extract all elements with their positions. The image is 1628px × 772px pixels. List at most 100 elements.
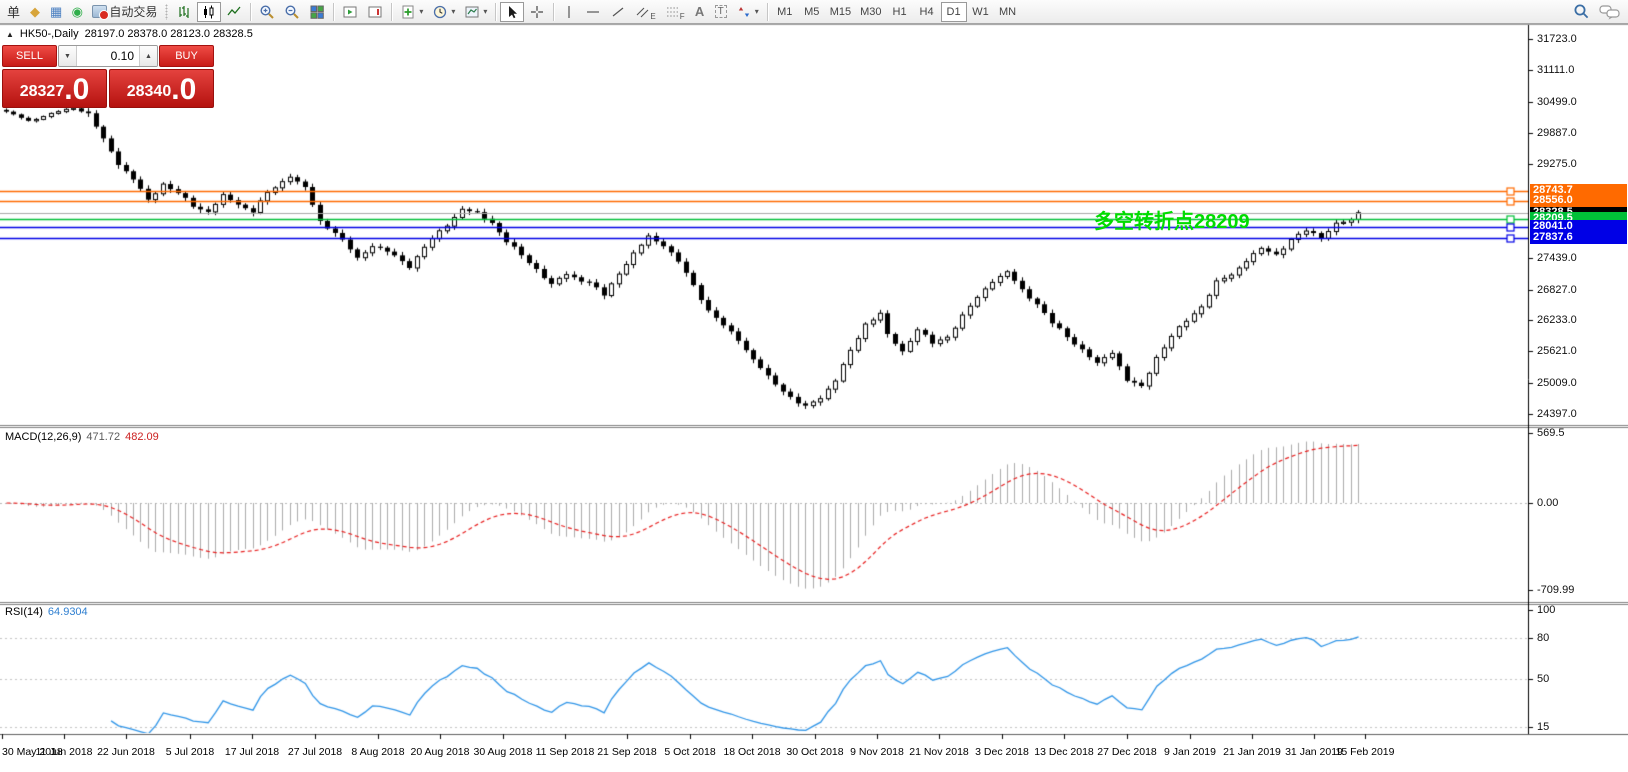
chat-icon xyxy=(1599,4,1621,20)
timeframe-button-mn[interactable]: MN xyxy=(995,2,1021,22)
chat-button[interactable] xyxy=(1595,2,1625,22)
new-order-label: 单 xyxy=(7,2,20,21)
horizontal-line-icon xyxy=(585,4,601,20)
text-label-button[interactable]: T xyxy=(711,2,731,22)
auto-scroll-icon xyxy=(342,4,358,20)
timeframe-button-m5[interactable]: M5 xyxy=(799,2,825,22)
channel-sub-label: E xyxy=(650,12,655,21)
buy-price-button[interactable]: 28340 .0 xyxy=(109,69,214,108)
auto-scroll-button[interactable] xyxy=(338,2,362,22)
search-button[interactable] xyxy=(1569,2,1594,22)
sell-price-main: 28327 xyxy=(20,79,65,105)
rsi-value: 64.9304 xyxy=(48,606,88,618)
zoom-out-button[interactable] xyxy=(280,2,304,22)
chevron-down-icon: ▾ xyxy=(419,7,423,16)
timeframe-button-m30[interactable]: M30 xyxy=(856,2,885,22)
toolbar-separator xyxy=(495,3,496,21)
timeframe-button-d1[interactable]: D1 xyxy=(941,2,967,22)
autotrading-button[interactable]: 自动交易 xyxy=(88,2,161,22)
chart-annotation-text: 多空转折点28209 xyxy=(1094,205,1250,234)
horizontal-line-button[interactable] xyxy=(581,2,605,22)
fibonacci-button[interactable]: F xyxy=(661,2,689,22)
line-chart-icon xyxy=(226,4,242,20)
toolbar-separator xyxy=(250,3,251,21)
toolbar-grip xyxy=(165,4,168,20)
one-click-trading-panel: SELL ▼ 0.10 ▲ BUY 28327 .0 28340 .0 xyxy=(2,45,214,108)
chart-shift-icon xyxy=(367,4,383,20)
cursor-button[interactable] xyxy=(500,2,524,22)
buy-price-fraction: .0 xyxy=(171,75,196,105)
autotrading-icon xyxy=(92,5,107,18)
line-chart-button[interactable] xyxy=(222,2,246,22)
arrows-icon xyxy=(736,4,752,20)
zoom-in-button[interactable] xyxy=(255,2,279,22)
candlestick-chart-button[interactable] xyxy=(197,2,221,22)
arrows-button[interactable]: ▾ xyxy=(732,2,763,22)
price-chart-canvas[interactable] xyxy=(0,24,1628,772)
volume-increase-button[interactable]: ▲ xyxy=(139,46,157,66)
collapse-panel-icon[interactable]: ▲ xyxy=(6,30,14,39)
timeframe-button-h4[interactable]: H4 xyxy=(914,2,940,22)
tile-windows-icon xyxy=(309,4,325,20)
cursor-icon xyxy=(504,4,520,20)
chevron-down-icon: ▾ xyxy=(483,7,487,16)
rsi-name: RSI(14) xyxy=(5,606,43,618)
sell-button-label: SELL xyxy=(16,50,43,62)
new-order-button[interactable]: 单 xyxy=(3,2,24,22)
toolbar-separator xyxy=(333,3,334,21)
toolbar: 单 ◆ ▦ ◉ 自动交易 xyxy=(0,0,1628,24)
data-window-button[interactable]: ▦ xyxy=(46,2,66,22)
bar-chart-button[interactable] xyxy=(172,2,196,22)
periods-button[interactable]: ▾ xyxy=(428,2,459,22)
ohlc-values: 28197.0 28378.0 28123.0 28328.5 xyxy=(85,28,253,40)
chart-shift-button[interactable] xyxy=(363,2,387,22)
crosshair-button[interactable] xyxy=(525,2,549,22)
market-watch-icon: ◆ xyxy=(30,5,40,18)
add-indicator-icon xyxy=(400,4,416,20)
text-tool-icon: A xyxy=(695,4,704,19)
trendline-icon xyxy=(610,4,626,20)
timeframe-group: M1M5M15M30H1H4D1W1MN xyxy=(772,2,1021,22)
toolbar-separator xyxy=(553,3,554,21)
macd-label-row: MACD(12,26,9) 471.72 482.09 xyxy=(5,431,159,443)
equidistant-channel-button[interactable]: E xyxy=(631,2,659,22)
data-window-icon: ▦ xyxy=(50,5,62,18)
buy-button[interactable]: BUY xyxy=(159,45,214,67)
candlestick-chart-icon xyxy=(201,4,217,20)
clock-icon xyxy=(432,4,448,20)
autotrading-label: 自动交易 xyxy=(109,3,157,20)
vertical-line-icon xyxy=(562,4,576,20)
symbol-period-label: HK50-,Daily xyxy=(20,28,79,40)
volume-decrease-button[interactable]: ▼ xyxy=(59,46,77,66)
toolbar-separator xyxy=(391,3,392,21)
buy-price-main: 28340 xyxy=(127,79,172,105)
crosshair-icon xyxy=(529,4,545,20)
timeframe-button-h1[interactable]: H1 xyxy=(887,2,913,22)
chart-title-row: ▲ HK50-,Daily 28197.0 28378.0 28123.0 28… xyxy=(6,28,253,40)
sell-price-fraction: .0 xyxy=(64,75,89,105)
fibonacci-icon xyxy=(665,4,680,20)
chevron-down-icon: ▾ xyxy=(755,7,759,16)
volume-value[interactable]: 0.10 xyxy=(77,46,139,66)
fibonacci-sub-label: F xyxy=(680,12,685,21)
indicators-button[interactable]: ▾ xyxy=(396,2,427,22)
timeframe-button-w1[interactable]: W1 xyxy=(968,2,994,22)
navigator-button[interactable]: ◉ xyxy=(67,2,87,22)
zoom-in-icon xyxy=(259,4,275,20)
text-tool-button[interactable]: A xyxy=(690,2,710,22)
sell-button[interactable]: SELL xyxy=(2,45,57,67)
templates-button[interactable]: ▾ xyxy=(460,2,491,22)
mt4-window: 单 ◆ ▦ ◉ 自动交易 xyxy=(0,0,1628,772)
timeframe-button-m1[interactable]: M1 xyxy=(772,2,798,22)
volume-stepper: ▼ 0.10 ▲ xyxy=(58,45,158,67)
template-icon xyxy=(464,4,480,20)
text-label-icon: T xyxy=(715,5,727,18)
vertical-line-button[interactable] xyxy=(558,2,580,22)
market-watch-button[interactable]: ◆ xyxy=(25,2,45,22)
sell-price-button[interactable]: 28327 .0 xyxy=(2,69,107,108)
macd-name: MACD(12,26,9) xyxy=(5,431,81,443)
zoom-out-icon xyxy=(284,4,300,20)
timeframe-button-m15[interactable]: M15 xyxy=(826,2,855,22)
tile-windows-button[interactable] xyxy=(305,2,329,22)
trendline-button[interactable] xyxy=(606,2,630,22)
